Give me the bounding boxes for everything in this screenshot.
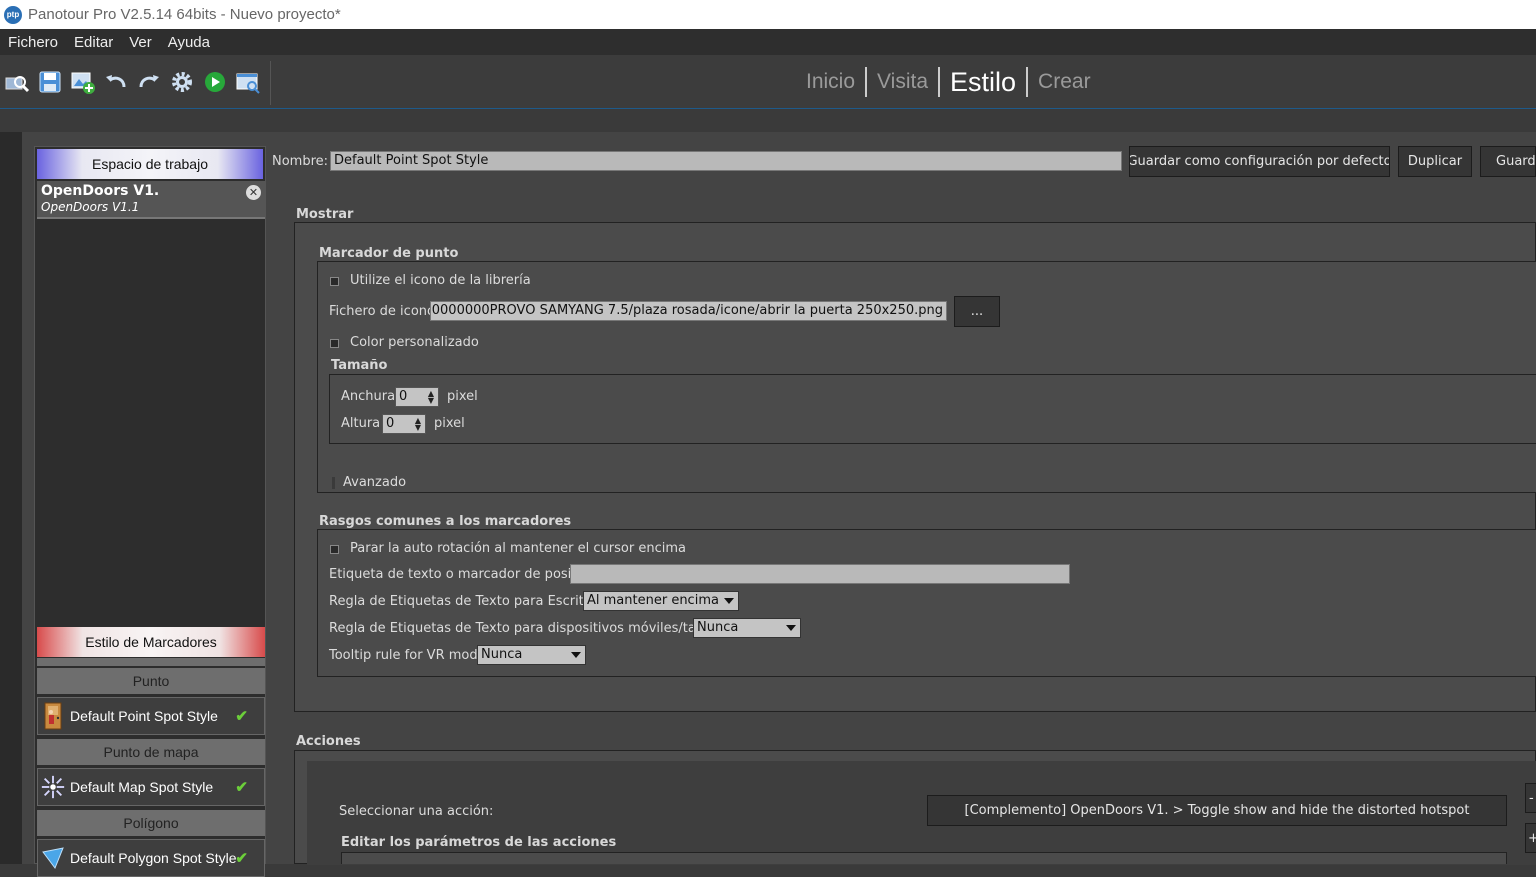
height-label: Altura <box>341 416 381 431</box>
tab-inicio[interactable]: Inicio <box>796 67 868 97</box>
actions-group-title: Acciones <box>296 734 361 749</box>
menu-fichero[interactable]: Fichero <box>0 34 66 51</box>
menu-editar[interactable]: Editar <box>66 34 121 51</box>
name-input[interactable]: Default Point Spot Style <box>330 151 1122 171</box>
select-action-button[interactable]: [Complemento] OpenDoors V1. > Toggle sho… <box>927 795 1507 826</box>
main-toolbar: Inicio Visita Estilo Crear <box>0 55 1536 109</box>
style-editor: Nombre: Default Point Spot Style Guardar… <box>268 146 1536 865</box>
chevron-down-icon <box>724 598 734 604</box>
check-icon: ✔ <box>235 850 248 867</box>
icon-file-label: Fichero de icono <box>329 304 435 319</box>
workspace-item[interactable]: OpenDoors V1. OpenDoors V1.1 ✕ <box>37 181 265 219</box>
desktop-rule-label: Regla de Etiquetas de Texto para Escrito… <box>329 594 609 609</box>
height-spinbox[interactable]: 0 ▲ ▼ <box>382 414 426 434</box>
select-action-label: Seleccionar una acción: <box>339 804 494 819</box>
toolbar-separator <box>270 61 271 105</box>
duplicate-button[interactable]: Duplicar <box>1398 146 1472 177</box>
actions-group: Seleccionar una acción: [Complemento] Op… <box>294 750 1536 865</box>
vr-rule-select[interactable]: Nunca <box>477 645 586 665</box>
left-sidebar: Espacio de trabajo OpenDoors V1. OpenDoo… <box>34 146 266 877</box>
chevron-down-icon <box>571 652 581 658</box>
workspace-item-title: OpenDoors V1. <box>41 183 160 199</box>
browse-button[interactable]: ... <box>954 296 1000 327</box>
undo-icon[interactable] <box>103 69 129 95</box>
text-label-input[interactable] <box>570 564 1070 584</box>
workspace-item-subtitle: OpenDoors V1.1 <box>41 200 140 214</box>
name-label: Nombre: <box>272 154 329 169</box>
use-library-icon-checkbox[interactable] <box>330 277 339 286</box>
style-item-map[interactable]: Default Map Spot Style ✔ <box>37 768 265 806</box>
custom-color-label: Color personalizado <box>350 335 479 350</box>
size-group-title: Tamaño <box>331 358 388 373</box>
save-default-button[interactable]: Guardar como configuración por defecto <box>1129 146 1390 177</box>
tab-visita[interactable]: Visita <box>867 67 941 97</box>
style-item-point[interactable]: Default Point Spot Style ✔ <box>37 697 265 735</box>
chevron-down-icon <box>786 625 796 631</box>
add-action-button[interactable]: + <box>1525 823 1536 853</box>
app-logo-icon: ptp <box>4 5 22 24</box>
check-icon: ✔ <box>235 779 248 796</box>
icon-file-input[interactable]: 000000000000000PROVO SAMYANG 7.5/plaza r… <box>430 301 947 321</box>
check-icon: ✔ <box>235 708 248 725</box>
common-traits-title: Rasgos comunes a los marcadores <box>319 514 572 529</box>
settings-gear-icon[interactable] <box>169 69 195 95</box>
window-titlebar: ptp Panotour Pro V2.5.14 64bits - Nuevo … <box>0 0 1536 29</box>
save-icon[interactable] <box>37 69 63 95</box>
search-folder-icon[interactable] <box>4 69 30 95</box>
redo-icon[interactable] <box>136 69 162 95</box>
stop-autorotation-label: Parar la auto rotación al mantener el cu… <box>350 541 686 556</box>
category-punto[interactable]: Punto <box>37 668 265 694</box>
size-group: Anchura 0 ▲ ▼ pixel Altura 0 ▲ ▼ pixel <box>329 374 1536 444</box>
category-punto-de-mapa[interactable]: Punto de mapa <box>37 739 265 765</box>
remove-action-button[interactable]: - <box>1525 783 1536 813</box>
window-title: Panotour Pro V2.5.14 64bits - Nuevo proy… <box>28 6 341 23</box>
mode-tabs: Inicio Visita Estilo Crear <box>796 65 1101 99</box>
width-unit: pixel <box>447 389 478 404</box>
workspace-header: Espacio de trabajo <box>37 149 263 179</box>
preview-window-icon[interactable] <box>235 69 261 95</box>
point-marker-title: Marcador de punto <box>319 246 459 261</box>
advanced-toggle[interactable]: Avanzado <box>343 475 406 490</box>
style-item-label: Default Point Spot Style <box>70 708 218 724</box>
show-group: Marcador de punto Utilize el icono de la… <box>294 222 1536 712</box>
add-image-icon[interactable] <box>70 69 96 95</box>
menu-ayuda[interactable]: Ayuda <box>160 34 218 51</box>
tab-estilo[interactable]: Estilo <box>940 67 1029 97</box>
door-icon <box>40 700 66 732</box>
play-icon[interactable] <box>202 69 228 95</box>
close-icon[interactable]: ✕ <box>246 185 261 200</box>
stop-autorotation-checkbox[interactable] <box>330 545 339 554</box>
custom-color-checkbox[interactable] <box>330 339 339 348</box>
edit-params-label: Editar los parámetros de las acciones <box>341 835 617 850</box>
spin-arrows-icon[interactable]: ▲ ▼ <box>426 390 436 405</box>
style-item-polygon[interactable]: Default Polygon Spot Style ✔ <box>37 839 265 877</box>
save-button[interactable]: Guarda <box>1480 146 1536 177</box>
menu-ver[interactable]: Ver <box>121 34 160 51</box>
menu-bar: Fichero Editar Ver Ayuda <box>0 29 1536 55</box>
mobile-rule-select[interactable]: Nunca <box>693 618 801 638</box>
tab-crear[interactable]: Crear <box>1028 67 1101 97</box>
width-label: Anchura <box>341 389 396 404</box>
text-label-label: Etiqueta de texto o marcador de posición <box>329 567 599 582</box>
show-group-title: Mostrar <box>296 207 354 222</box>
category-poligono[interactable]: Polígono <box>37 810 265 836</box>
mobile-rule-label: Regla de Etiquetas de Texto para disposi… <box>329 621 736 636</box>
polygon-icon <box>40 842 66 874</box>
sparkle-icon <box>40 771 66 803</box>
style-item-label: Default Map Spot Style <box>70 779 214 795</box>
spin-arrows-icon[interactable]: ▲ ▼ <box>413 417 423 432</box>
desktop-rule-select[interactable]: Al mantener encima <box>583 591 739 611</box>
marker-styles-header: Estilo de Marcadores <box>37 627 265 657</box>
point-marker-group: Utilize el icono de la librería Fichero … <box>317 261 1536 493</box>
height-unit: pixel <box>434 416 465 431</box>
vr-rule-label: Tooltip rule for VR mode <box>329 648 486 663</box>
width-spinbox[interactable]: 0 ▲ ▼ <box>395 387 439 407</box>
use-library-icon-label: Utilize el icono de la librería <box>350 273 531 288</box>
common-traits-group: Parar la auto rotación al mantener el cu… <box>317 529 1536 677</box>
